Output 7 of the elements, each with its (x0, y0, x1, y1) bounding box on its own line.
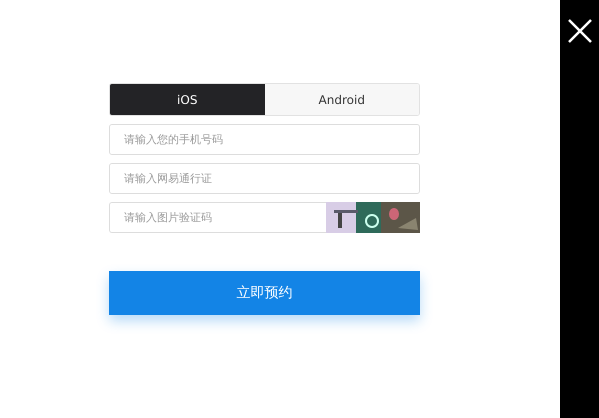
submit-button[interactable]: 立即预约 (109, 271, 420, 315)
platform-tab[interactable]: iOS (110, 84, 264, 115)
input-field[interactable]: 请输入网易通行证 (109, 163, 420, 194)
platform-tab[interactable]: Android (264, 84, 419, 115)
input-field[interactable]: 请输入图片验证码 (109, 202, 326, 233)
input-field[interactable]: 请输入您的手机号码 (109, 124, 420, 155)
close-icon[interactable] (566, 18, 592, 44)
